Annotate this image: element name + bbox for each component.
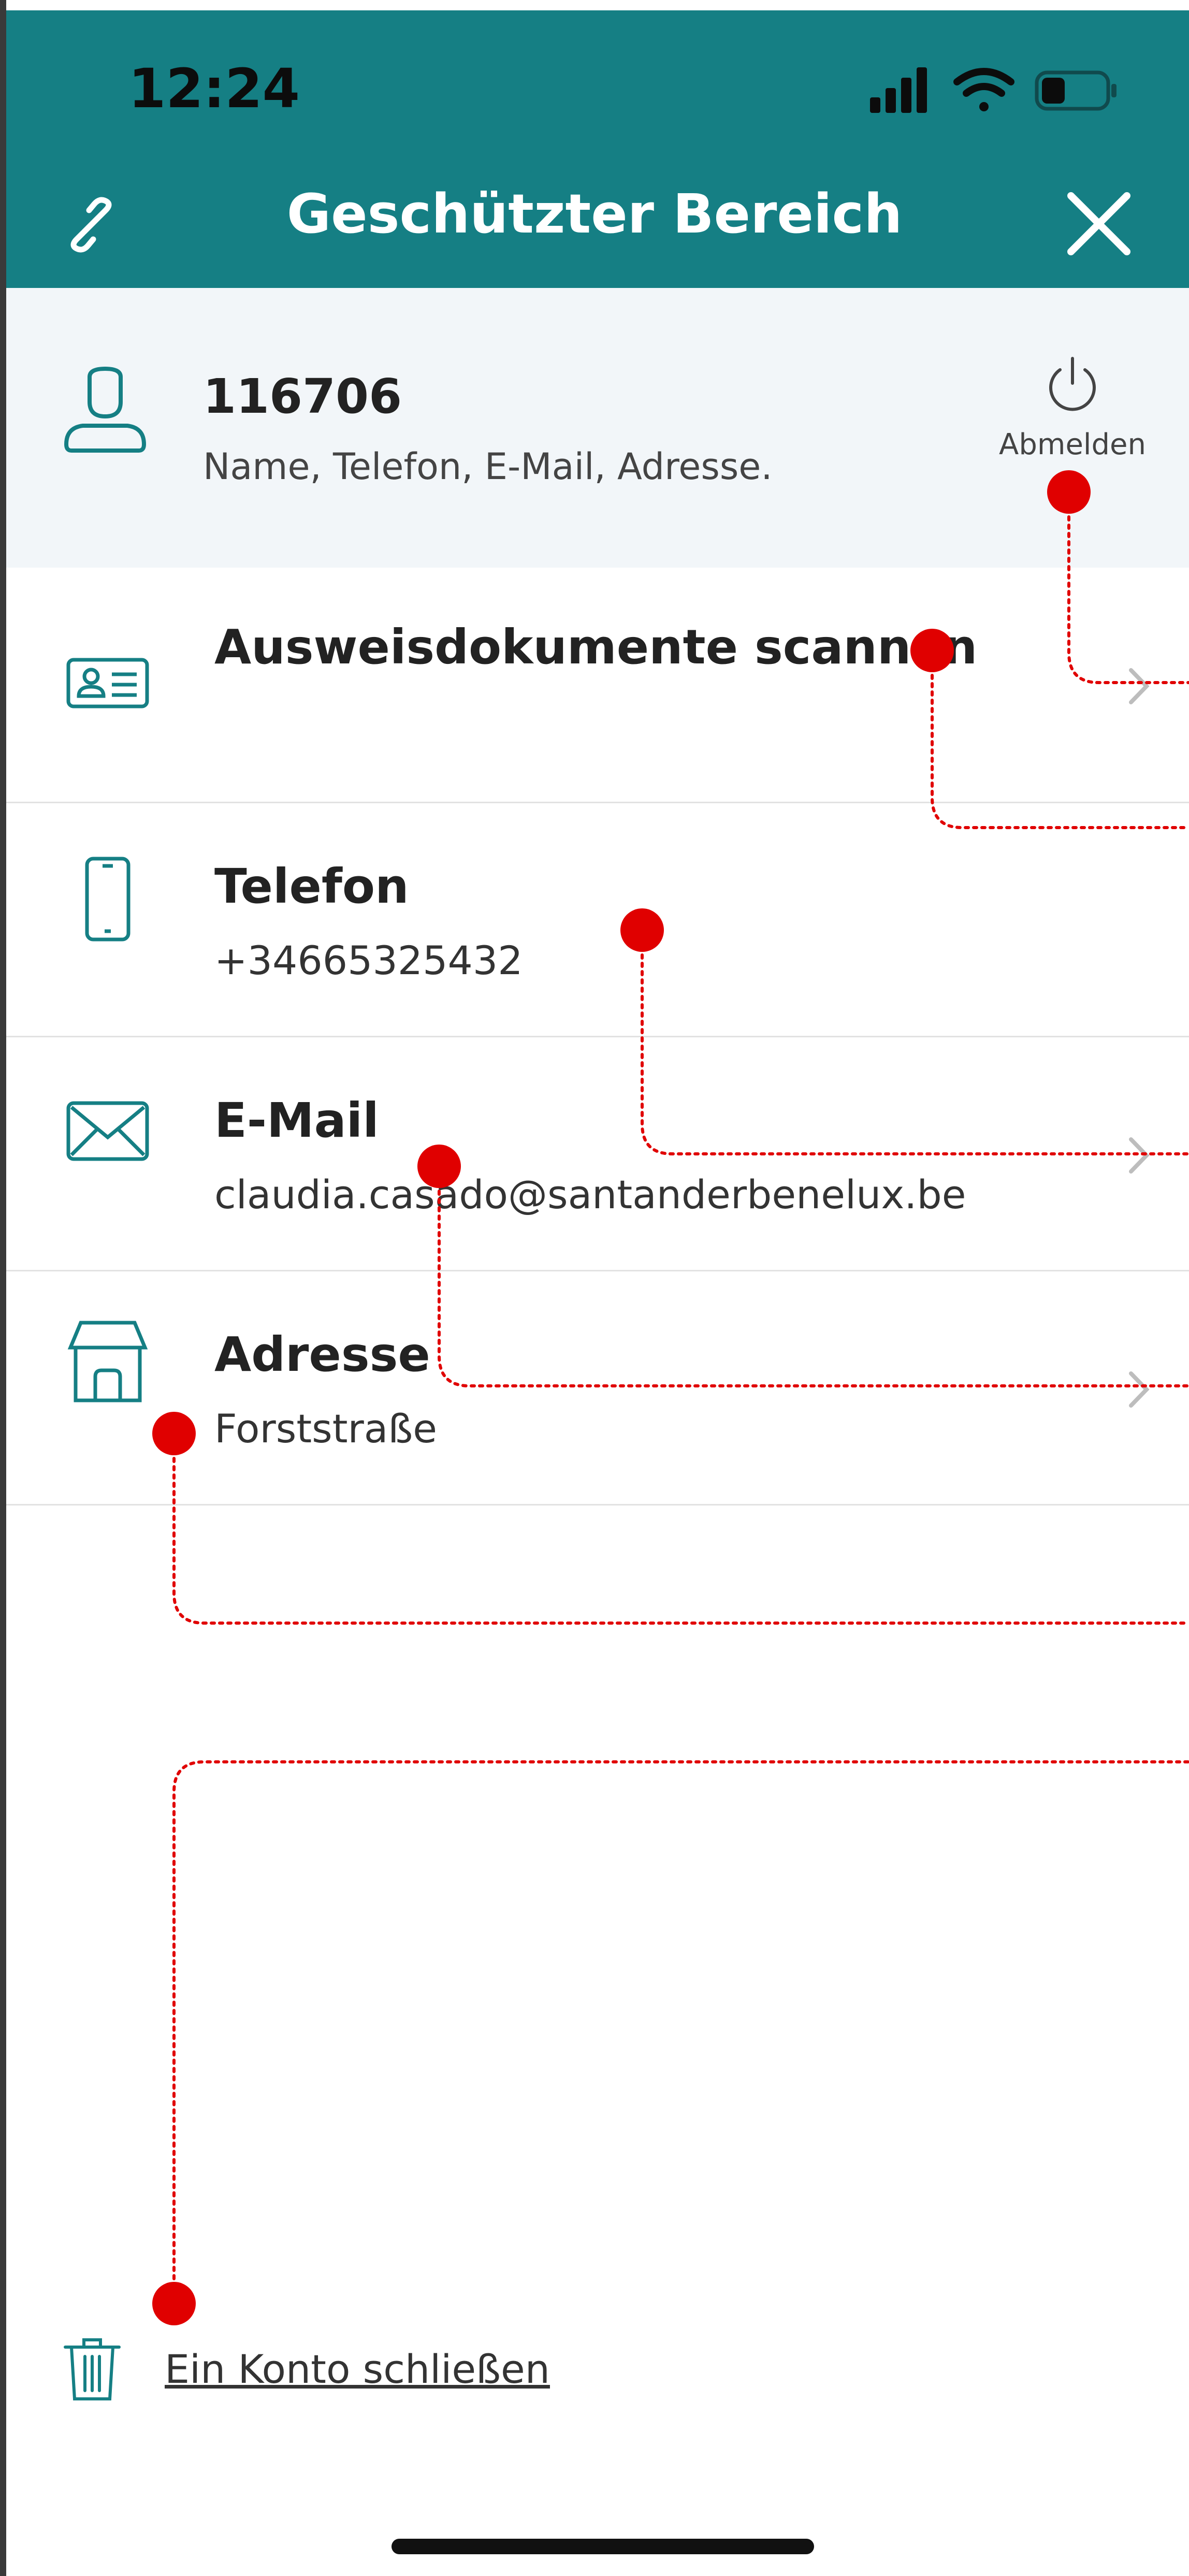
mail-icon: [66, 1101, 149, 1161]
power-icon: [1049, 357, 1096, 411]
close-icon[interactable]: [1063, 187, 1135, 260]
item-title: Adresse: [214, 1327, 430, 1382]
house-icon: [67, 1321, 148, 1402]
phone-icon: [85, 857, 130, 942]
chevron-right-icon: [1129, 668, 1150, 704]
list-item-address[interactable]: Adresse Forststraße: [6, 1270, 1189, 1506]
annotation-marker: [152, 2282, 196, 2325]
item-title: Telefon: [214, 859, 409, 914]
account-subtitle: Name, Telefon, E-Mail, Adresse.: [203, 445, 773, 488]
item-title: E-Mail: [214, 1093, 379, 1148]
app-header: [6, 10, 1189, 288]
home-indicator[interactable]: [392, 2539, 814, 2554]
phone-value: +34665325432: [214, 937, 523, 983]
email-value: claudia.casado@santanderbenelux.be: [214, 1171, 966, 1218]
list-item-phone[interactable]: Telefon +34665325432: [6, 802, 1189, 1037]
status-icons: [870, 67, 1116, 113]
screen: 12:24 Geschützter Bereich 116706 Name, T…: [0, 0, 1189, 2576]
id-card-icon: [66, 658, 149, 708]
page-title: Geschützter Bereich: [286, 182, 903, 245]
close-account-link[interactable]: Ein Konto schließen: [165, 2346, 550, 2392]
logout-button[interactable]: Abmelden: [987, 354, 1158, 473]
address-value: Forststraße: [214, 1406, 437, 1452]
chevron-right-icon: [1129, 1137, 1150, 1174]
list-item-email[interactable]: E-Mail claudia.casado@santanderbenelux.b…: [6, 1036, 1189, 1271]
account-number: 116706: [203, 369, 402, 424]
logout-label: Abmelden: [999, 428, 1146, 461]
signal-icon: [870, 67, 927, 113]
trash-icon[interactable]: [61, 2336, 123, 2403]
user-icon: [64, 367, 147, 453]
list-item-id-documents[interactable]: Ausweisdokumente scannen: [6, 568, 1189, 803]
battery-icon: [1035, 70, 1116, 111]
status-time: 12:24: [128, 57, 300, 120]
left-border: [0, 0, 6, 2576]
item-title: Ausweisdokumente scannen: [214, 619, 978, 675]
chevron-right-icon: [1129, 1371, 1150, 1408]
annotation-line: [172, 1760, 1189, 2305]
wifi-icon: [953, 68, 1014, 111]
